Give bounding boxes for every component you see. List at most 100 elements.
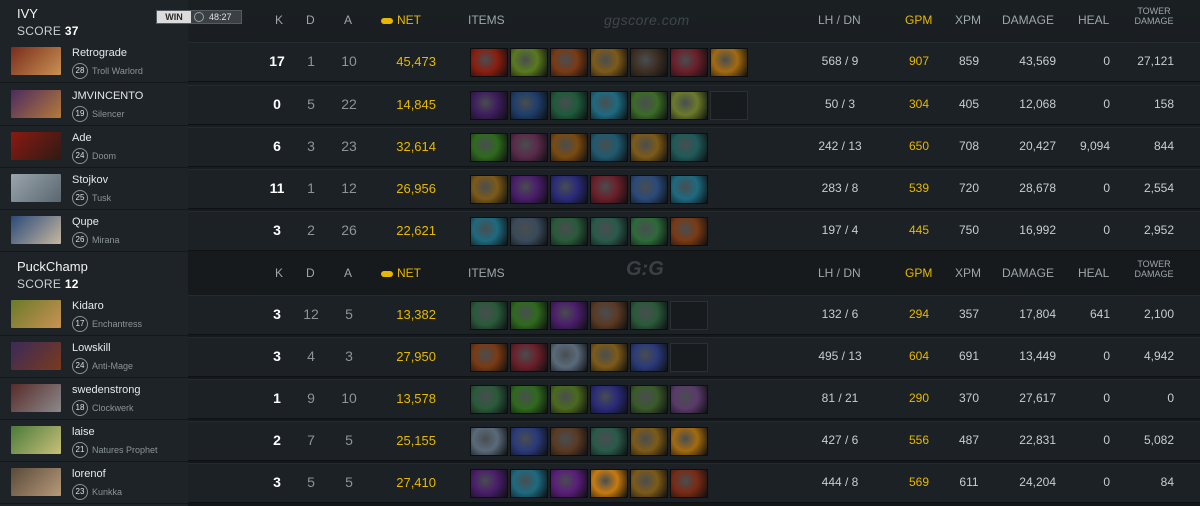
item-icon[interactable] — [590, 301, 628, 330]
item-icon[interactable] — [630, 301, 668, 330]
item-icon[interactable] — [550, 91, 588, 120]
player-name[interactable]: Retrograde — [72, 47, 127, 59]
hero-portrait[interactable] — [11, 468, 61, 496]
hero-portrait[interactable] — [11, 426, 61, 454]
player-name[interactable]: Stojkov — [72, 174, 108, 186]
item-icon[interactable] — [670, 469, 708, 498]
item-icon[interactable] — [510, 469, 548, 498]
item-icon[interactable] — [510, 301, 548, 330]
player-row[interactable]: JMVINCENTO 19 Silencer 0 5 22 14,845 50 / 3 304 4… — [0, 85, 1200, 126]
item-icon[interactable] — [510, 343, 548, 372]
item-icon[interactable] — [590, 217, 628, 246]
item-icon[interactable] — [470, 175, 508, 204]
player-row[interactable]: Lowskill 24 Anti-Mage 3 4 3 27,950 495 / 13 604 6… — [0, 337, 1200, 378]
item-icon[interactable] — [470, 427, 508, 456]
item-icon[interactable] — [670, 91, 708, 120]
hero-portrait[interactable] — [11, 174, 61, 202]
item-icon[interactable] — [630, 217, 668, 246]
item-icon[interactable] — [510, 385, 548, 414]
item-icon[interactable] — [670, 133, 708, 162]
hero-portrait[interactable] — [11, 300, 61, 328]
item-icon[interactable] — [630, 427, 668, 456]
item-icon[interactable] — [590, 385, 628, 414]
item-icon[interactable] — [630, 175, 668, 204]
item-icon[interactable] — [670, 427, 708, 456]
item-icon[interactable] — [470, 469, 508, 498]
item-icon[interactable] — [630, 48, 668, 77]
hero-portrait[interactable] — [11, 132, 61, 160]
item-icon[interactable] — [630, 343, 668, 372]
item-icon[interactable] — [470, 301, 508, 330]
hero-portrait[interactable] — [11, 384, 61, 412]
item-icon[interactable] — [590, 343, 628, 372]
player-row[interactable]: lorenof 23 Kunkka 3 5 5 27,410 444 / 8 569 611 24,… — [0, 463, 1200, 504]
item-icon[interactable] — [510, 48, 548, 77]
item-icon[interactable] — [670, 48, 708, 77]
item-icon[interactable] — [590, 48, 628, 77]
empty-item-slot[interactable] — [670, 343, 708, 372]
item-icon[interactable] — [510, 427, 548, 456]
item-icon[interactable] — [670, 217, 708, 246]
player-row[interactable]: swedenstrong 18 Clockwerk 1 9 10 13,578 81 / 21… — [0, 379, 1200, 420]
hero-portrait[interactable] — [11, 342, 61, 370]
item-icon[interactable] — [550, 343, 588, 372]
item-icon[interactable] — [710, 48, 748, 77]
last-hits-denies: 427 / 6 — [821, 433, 859, 447]
player-row[interactable]: Qupe 26 Mirana 3 2 26 22,621 197 / 4 445 750 16,99… — [0, 211, 1200, 252]
player-name[interactable]: lorenof — [72, 468, 106, 480]
player-row[interactable]: Stojkov 25 Tusk 11 1 12 26,956 283 / 8 539 720 28,… — [0, 169, 1200, 210]
item-icon[interactable] — [550, 133, 588, 162]
item-icon[interactable] — [470, 385, 508, 414]
item-icon[interactable] — [550, 427, 588, 456]
xpm: 611 — [959, 475, 979, 489]
hero-portrait[interactable] — [11, 216, 61, 244]
player-name[interactable]: JMVINCENTO — [72, 90, 143, 102]
item-icon[interactable] — [470, 91, 508, 120]
item-icon[interactable] — [510, 175, 548, 204]
item-icon[interactable] — [510, 133, 548, 162]
item-icon[interactable] — [470, 48, 508, 77]
player-name[interactable]: swedenstrong — [72, 384, 141, 396]
item-icon[interactable] — [470, 133, 508, 162]
item-icon[interactable] — [510, 217, 548, 246]
player-row[interactable]: Kidaro 17 Enchantress 3 12 5 13,382 132 / 6 294 3… — [0, 295, 1200, 336]
empty-item-slot[interactable] — [670, 301, 708, 330]
player-name[interactable]: Ade — [72, 132, 92, 144]
player-name[interactable]: laise — [72, 426, 95, 438]
hero-portrait[interactable] — [11, 47, 61, 75]
player-info: Ade 24 Doom — [0, 127, 188, 168]
player-name[interactable]: Qupe — [72, 216, 99, 228]
item-icon[interactable] — [590, 175, 628, 204]
item-icon[interactable] — [590, 469, 628, 498]
item-icon[interactable] — [590, 91, 628, 120]
item-icon[interactable] — [590, 427, 628, 456]
item-icon[interactable] — [630, 91, 668, 120]
hero-portrait[interactable] — [11, 90, 61, 118]
item-icon[interactable] — [470, 343, 508, 372]
header-d: D — [306, 266, 315, 280]
item-icon[interactable] — [630, 133, 668, 162]
item-icon[interactable] — [630, 385, 668, 414]
item-icon[interactable] — [550, 175, 588, 204]
item-icon[interactable] — [470, 217, 508, 246]
player-name[interactable]: Lowskill — [72, 342, 111, 354]
item-icon[interactable] — [590, 133, 628, 162]
item-icon[interactable] — [630, 469, 668, 498]
player-row[interactable]: Retrograde 28 Troll Warlord 17 1 10 45,473 568 … — [0, 42, 1200, 83]
header-label: A — [344, 13, 353, 27]
item-icon[interactable] — [550, 301, 588, 330]
item-icon[interactable] — [550, 217, 588, 246]
item-icon[interactable] — [550, 469, 588, 498]
item-icon[interactable] — [550, 385, 588, 414]
item-icon[interactable] — [670, 175, 708, 204]
gpm: 539 — [908, 181, 930, 195]
gpm: 556 — [908, 433, 930, 447]
item-icon[interactable] — [510, 91, 548, 120]
item-icon[interactable] — [550, 48, 588, 77]
player-row[interactable]: laise 21 Natures Prophet 2 7 5 25,155 427 / 6 55… — [0, 421, 1200, 462]
net-worth: 27,410 — [396, 475, 436, 490]
player-name[interactable]: Kidaro — [72, 300, 104, 312]
player-row[interactable]: Ade 24 Doom 6 3 23 32,614 242 / 13 650 708 20,427 9… — [0, 127, 1200, 168]
item-icon[interactable] — [670, 385, 708, 414]
empty-item-slot[interactable] — [710, 91, 748, 120]
